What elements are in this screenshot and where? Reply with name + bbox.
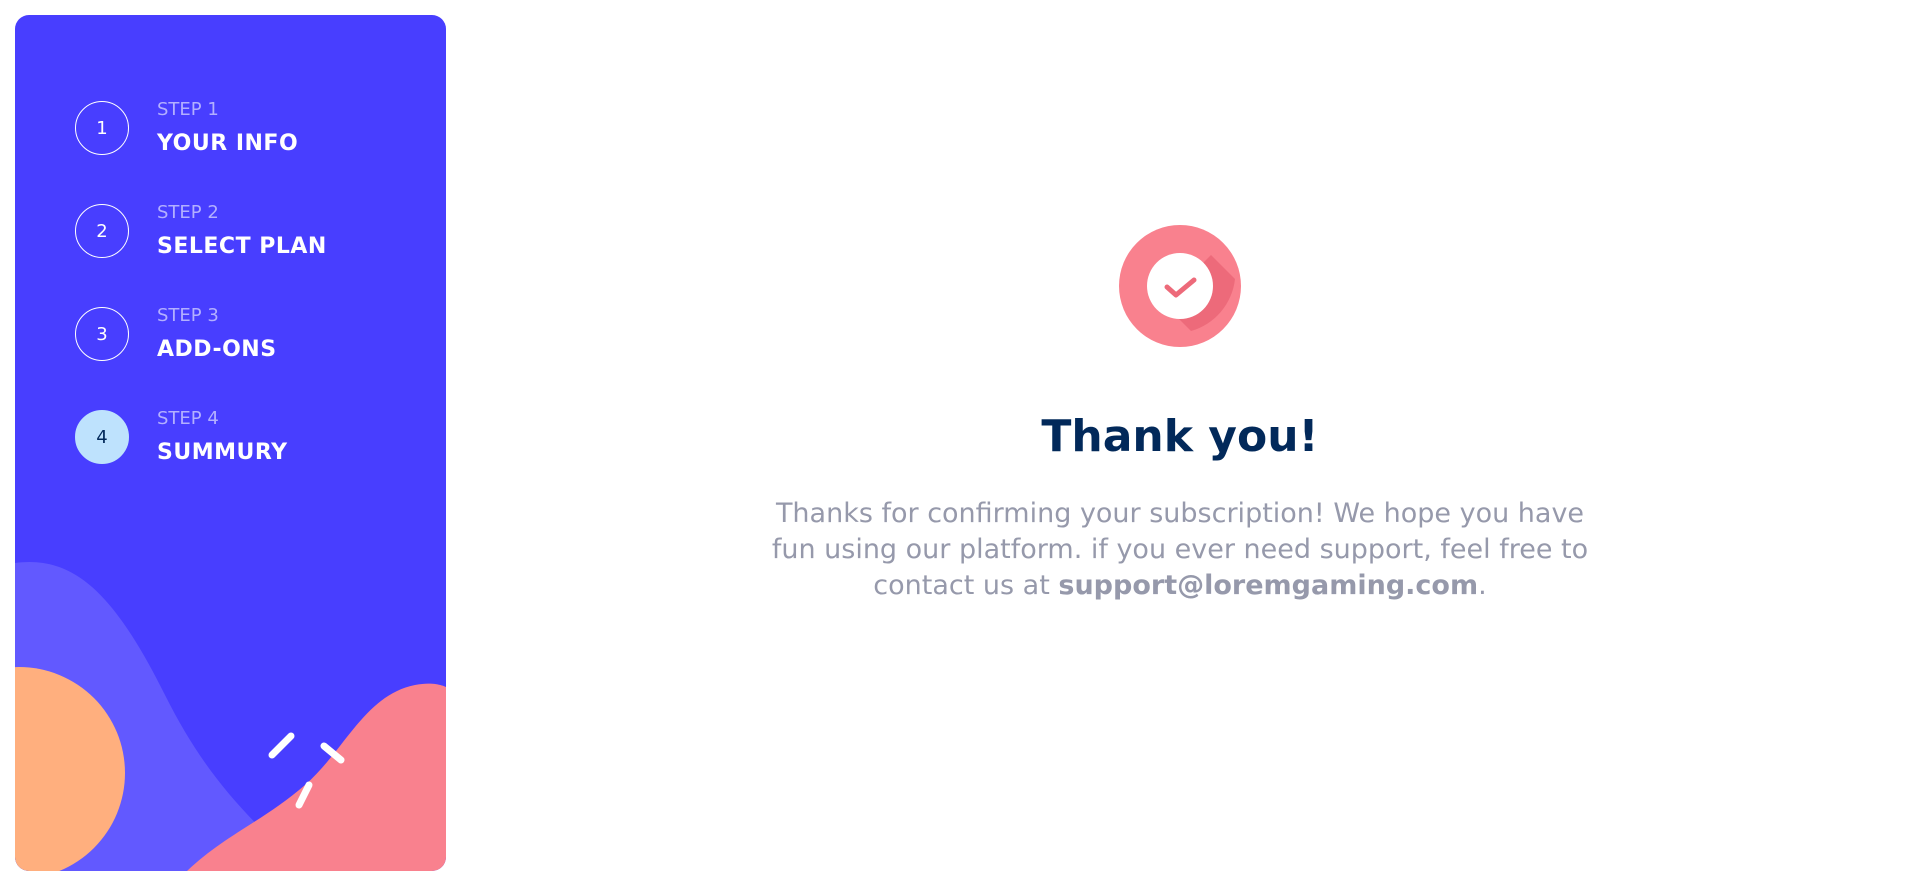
step-title-1: YOUR INFO xyxy=(157,131,299,156)
pink-blob-shape xyxy=(187,683,446,871)
step-kicker-4: STEP 4 xyxy=(157,408,219,429)
step-number-4: 4 xyxy=(75,410,129,464)
checkmark-circle-icon xyxy=(1119,225,1241,347)
step-number-3: 3 xyxy=(75,307,129,361)
confirmation-message: Thanks for confirming your subscription!… xyxy=(750,496,1610,604)
step-kicker-2: STEP 2 xyxy=(157,202,219,223)
thank-you-title: Thank you! xyxy=(1041,411,1319,462)
confirmation-panel: Thank you! Thanks for confirming your su… xyxy=(700,225,1660,604)
step-kicker-1: STEP 1 xyxy=(157,99,219,120)
step-title-4: SUMMURY xyxy=(157,440,288,465)
step-number-2: 2 xyxy=(75,204,129,258)
message-end: . xyxy=(1478,570,1487,601)
step-title-3: ADD-ONS xyxy=(157,337,277,362)
support-email-link[interactable]: support@loremgaming.com xyxy=(1058,570,1478,601)
sidebar: 1 STEP 1 YOUR INFO 2 STEP 2 SELECT PLAN … xyxy=(15,15,446,871)
step-title-2: SELECT PLAN xyxy=(157,234,327,259)
step-number-1: 1 xyxy=(75,101,129,155)
step-kicker-3: STEP 3 xyxy=(157,305,219,326)
